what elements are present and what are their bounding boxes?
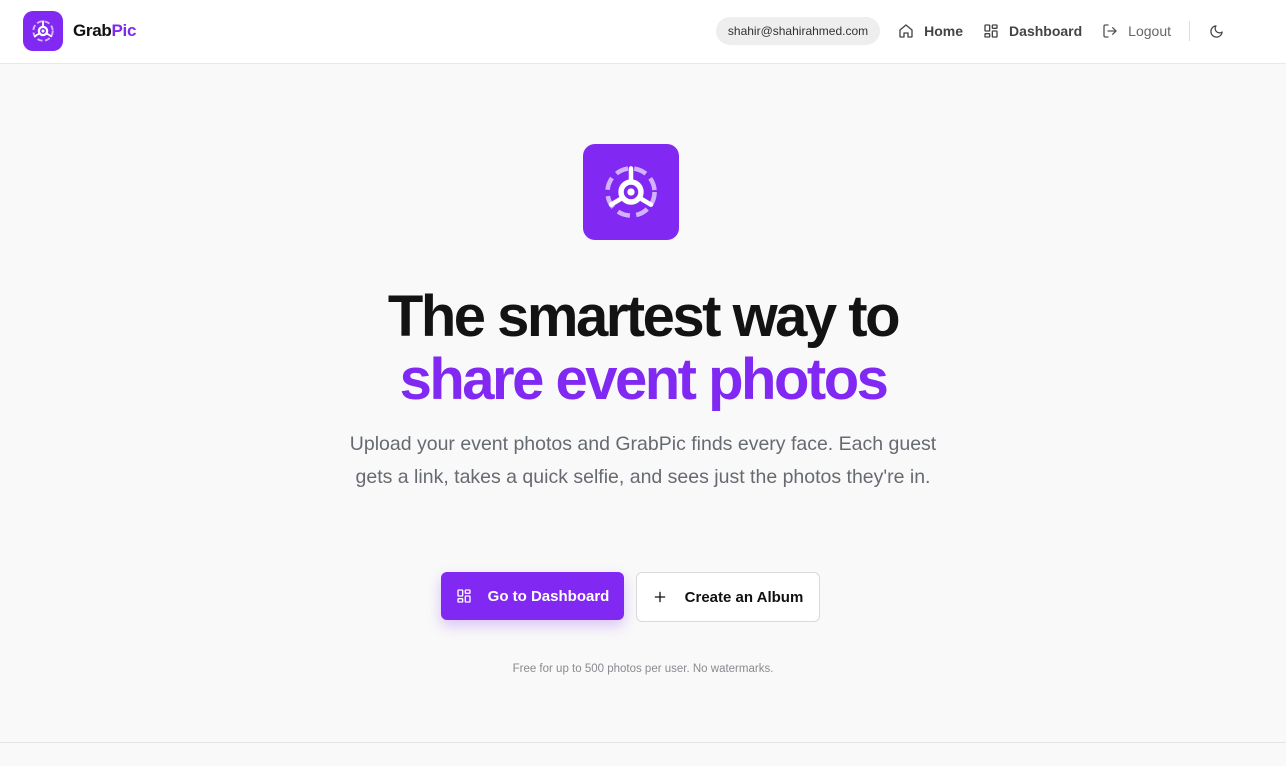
hero-headline-line2: share event photos bbox=[399, 347, 889, 412]
main-nav: shahir@shahirahmed.com Home Dashboard Lo bbox=[715, 17, 1234, 45]
brand-name: GrabPic bbox=[73, 21, 136, 41]
go-to-dashboard-label: Go to Dashboard bbox=[487, 587, 610, 605]
brand-link[interactable]: GrabPic bbox=[23, 11, 136, 51]
nav-home-link[interactable]: Home bbox=[888, 17, 973, 45]
nav-logout-button[interactable]: Logout bbox=[1092, 17, 1181, 45]
hero-headline-line1: The smartest way to bbox=[387, 284, 901, 349]
nav-logout-label: Logout bbox=[1128, 23, 1171, 39]
nav-dashboard-label: Dashboard bbox=[1009, 23, 1083, 39]
section-divider bbox=[0, 742, 1286, 743]
brand-name-part1: Grab bbox=[73, 21, 112, 40]
create-album-button[interactable]: Create an Album bbox=[636, 572, 820, 622]
pricing-note: Free for up to 500 photos per user. No w… bbox=[512, 663, 774, 675]
plus-icon bbox=[653, 590, 667, 604]
logout-icon bbox=[1103, 24, 1117, 38]
dashboard-grid-icon bbox=[456, 589, 471, 603]
hero-logo-icon bbox=[583, 144, 679, 240]
create-album-label: Create an Album bbox=[684, 588, 804, 606]
top-navbar: GrabPic shahir@shahirahmed.com Home Dash… bbox=[0, 0, 1286, 64]
nav-home-label: Home bbox=[924, 23, 964, 39]
brand-name-part2: Pic bbox=[111, 21, 137, 40]
user-email-badge: shahir@shahirahmed.com bbox=[715, 17, 881, 45]
hero-subtitle: Upload your event photos and GrabPic fin… bbox=[349, 433, 937, 488]
moon-icon bbox=[1209, 24, 1223, 38]
theme-toggle-button[interactable] bbox=[1198, 17, 1234, 45]
dashboard-grid-icon bbox=[984, 24, 998, 38]
nav-dashboard-link[interactable]: Dashboard bbox=[973, 17, 1092, 45]
go-to-dashboard-button[interactable]: Go to Dashboard bbox=[441, 572, 624, 620]
nav-divider bbox=[1189, 21, 1190, 41]
grabpic-logo-icon bbox=[23, 11, 63, 51]
home-icon bbox=[899, 24, 913, 38]
